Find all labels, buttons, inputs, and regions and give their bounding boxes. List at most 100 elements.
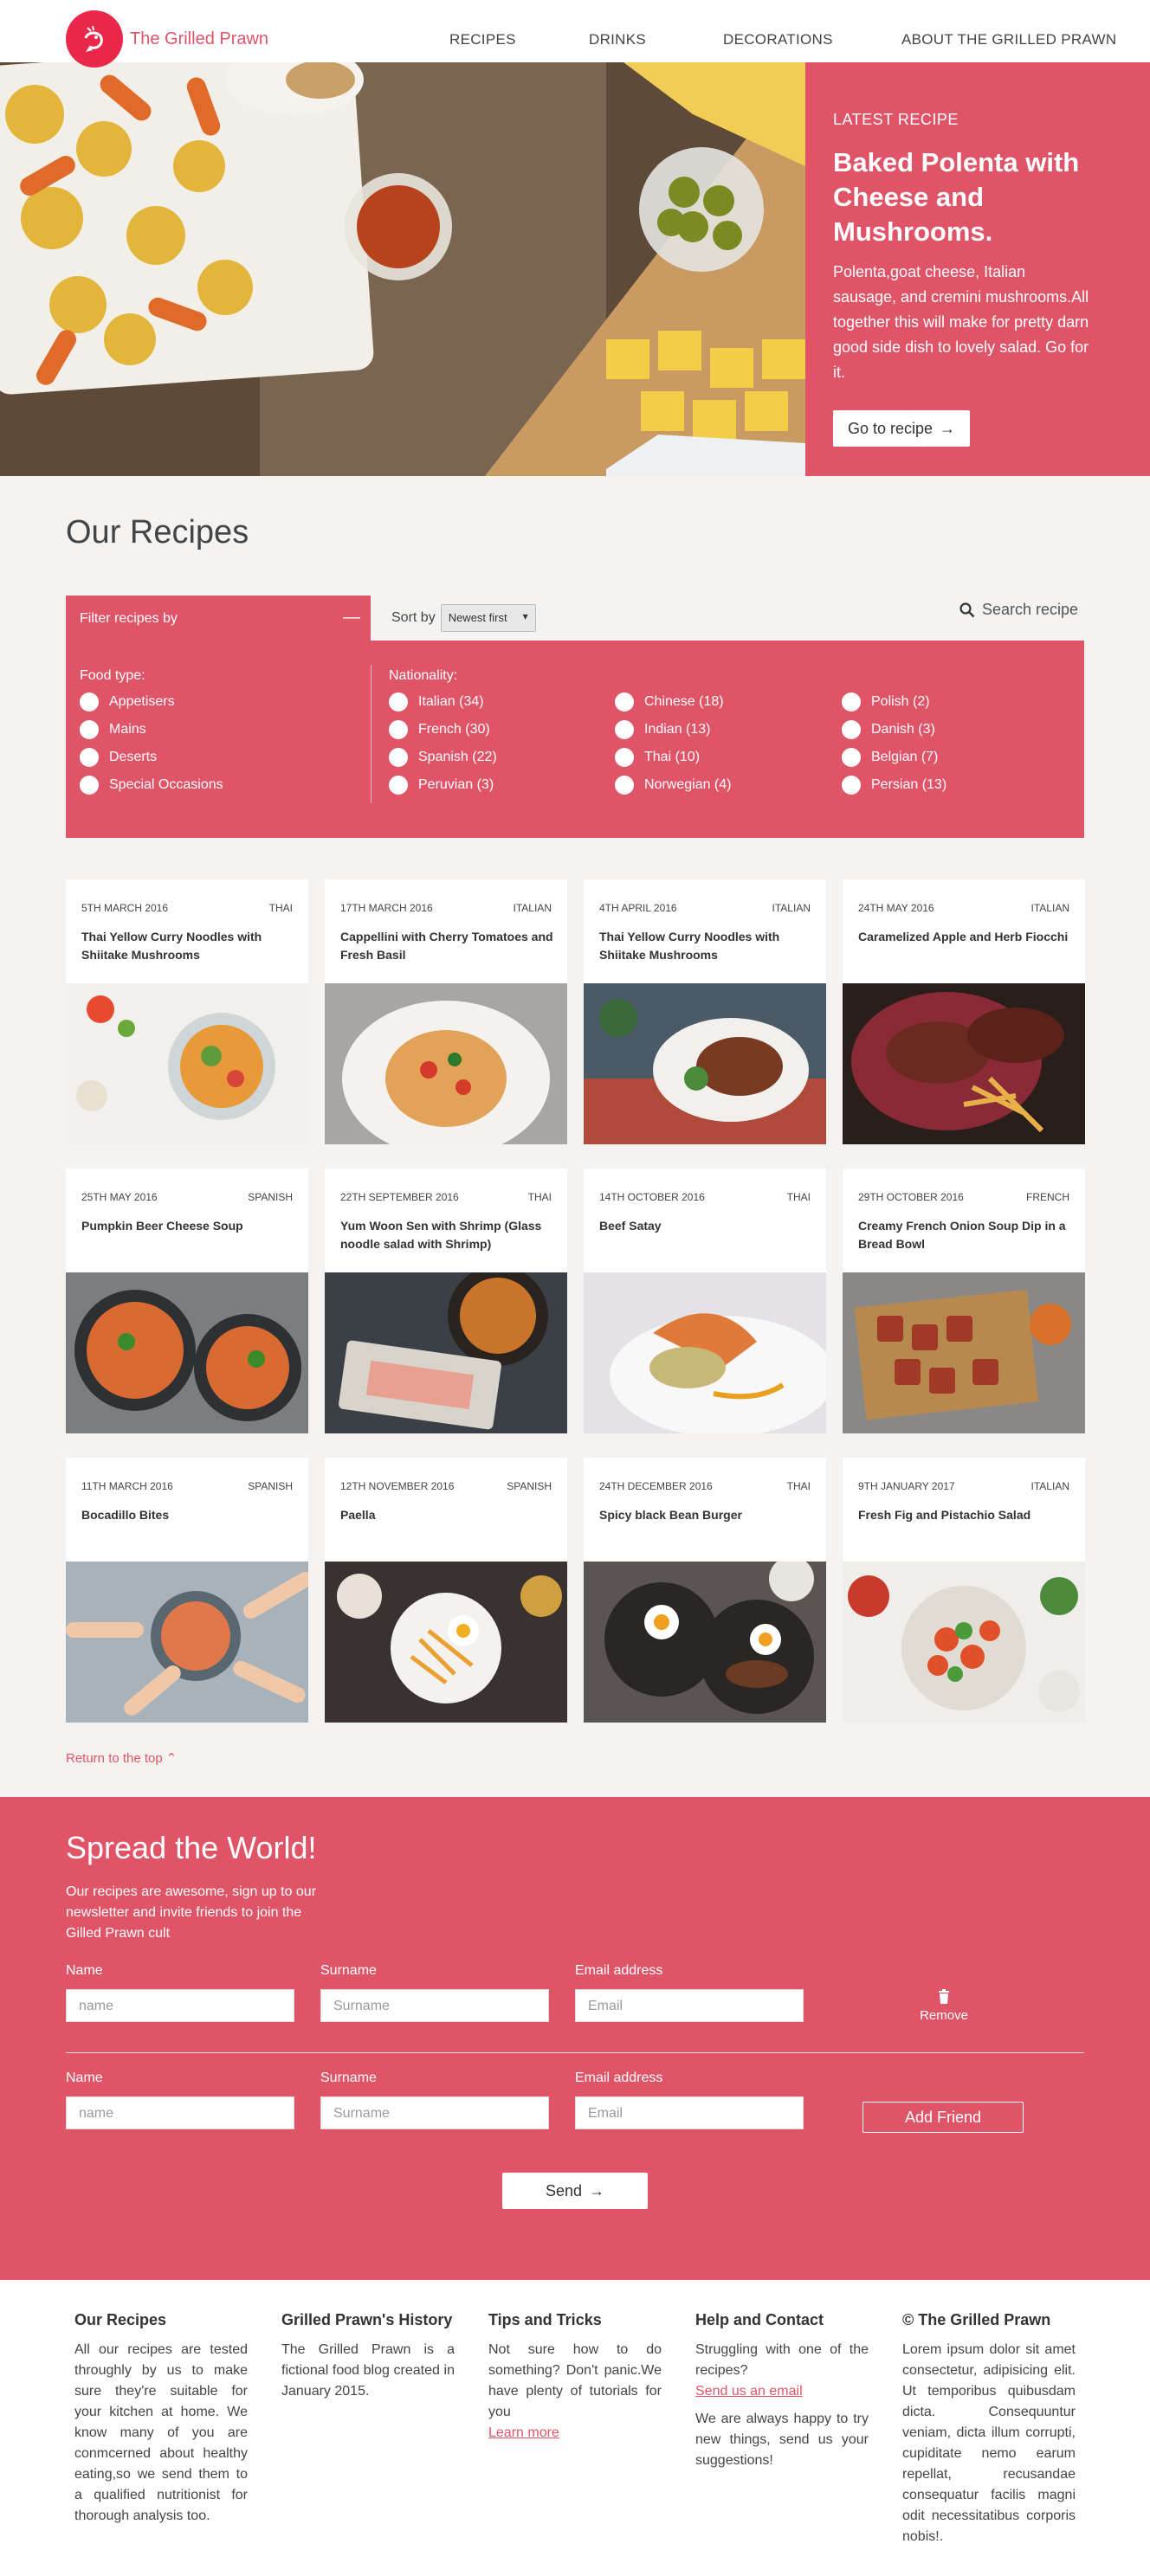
recipe-category[interactable]: THAI (787, 1191, 811, 1203)
nationality-option[interactable]: Belgian (7) (842, 748, 938, 767)
nationality-option[interactable]: Polish (2) (842, 692, 930, 712)
food-type-option[interactable]: Special Occasions (80, 776, 223, 795)
recipe-category[interactable]: ITALIAN (772, 902, 811, 914)
recipe-category[interactable]: SPANISH (248, 1480, 293, 1492)
nationality-option[interactable]: French (30) (389, 720, 490, 739)
learn-more-link[interactable]: Learn more (488, 2423, 662, 2444)
return-to-top-link[interactable]: Return to the top ⌃ (66, 1750, 177, 1767)
recipe-title[interactable]: Cappellini with Cherry Tomatoes and Fres… (340, 928, 557, 964)
recipe-category[interactable]: THAI (528, 1191, 552, 1203)
radio-button[interactable] (80, 748, 99, 767)
recipe-photo[interactable] (325, 1272, 567, 1433)
filter-toggle[interactable]: Filter recipes by — (66, 596, 371, 641)
nationality-option[interactable]: Italian (34) (389, 692, 484, 712)
recipe-photo[interactable] (66, 983, 308, 1144)
recipe-card[interactable]: 9TH JANUARY 2017 ITALIAN Fresh Fig and P… (843, 1458, 1085, 1723)
recipe-photo[interactable] (66, 1562, 308, 1723)
surname-field[interactable]: Surname (320, 1989, 549, 2022)
remove-button[interactable]: Remove (918, 1989, 970, 2023)
nav-recipes[interactable]: RECIPES (449, 31, 516, 48)
recipe-title[interactable]: Fresh Fig and Pistachio Salad (858, 1506, 1075, 1524)
nationality-option[interactable]: Spanish (22) (389, 748, 497, 767)
email-field[interactable]: Email (575, 1989, 804, 2022)
recipe-title[interactable]: Caramelized Apple and Herb Fiocchi (858, 928, 1075, 946)
nationality-option[interactable]: Thai (10) (615, 748, 700, 767)
recipe-category[interactable]: ITALIAN (1031, 902, 1069, 914)
collapse-icon[interactable]: — (343, 608, 360, 628)
nationality-option[interactable]: Peruvian (3) (389, 776, 494, 795)
search-recipe[interactable]: Search recipe (959, 601, 1078, 619)
radio-button[interactable] (842, 776, 861, 795)
radio-button[interactable] (615, 692, 634, 712)
recipe-photo[interactable] (325, 1562, 567, 1723)
radio-button[interactable] (80, 776, 99, 795)
nationality-option[interactable]: Persian (13) (842, 776, 946, 795)
friend-name-field[interactable]: name (66, 2096, 294, 2129)
nav-about[interactable]: ABOUT THE GRILLED PRAWN (901, 31, 1116, 48)
recipe-title[interactable]: Creamy French Onion Soup Dip in a Bread … (858, 1217, 1075, 1253)
latest-recipe-title[interactable]: Baked Polenta with Cheese and Mushrooms. (833, 145, 1127, 249)
recipe-photo[interactable] (843, 1562, 1085, 1723)
recipe-photo[interactable] (843, 983, 1085, 1144)
recipe-category[interactable]: THAI (269, 902, 293, 914)
nationality-option[interactable]: Danish (3) (842, 720, 935, 739)
recipe-photo[interactable] (843, 1272, 1085, 1433)
nav-decorations[interactable]: DECORATIONS (723, 31, 833, 48)
recipe-card[interactable]: 24TH DECEMBER 2016 THAI Spicy black Bean… (584, 1458, 826, 1723)
nationality-option[interactable]: Chinese (18) (615, 692, 724, 712)
recipe-title[interactable]: Beef Satay (599, 1217, 816, 1235)
radio-button[interactable] (842, 748, 861, 767)
food-type-option[interactable]: Mains (80, 720, 146, 739)
recipe-card[interactable]: 25TH MAY 2016 SPANISH Pumpkin Beer Chees… (66, 1169, 308, 1433)
recipe-card[interactable]: 4TH APRIL 2016 ITALIAN Thai Yellow Curry… (584, 879, 826, 1144)
recipe-card[interactable]: 29TH OCTOBER 2016 FRENCH Creamy French O… (843, 1169, 1085, 1433)
radio-button[interactable] (389, 748, 408, 767)
recipe-card[interactable]: 22TH SEPTEMBER 2016 THAI Yum Woon Sen wi… (325, 1169, 567, 1433)
food-type-option[interactable]: Appetisers (80, 692, 175, 712)
recipe-card[interactable]: 24TH MAY 2016 ITALIAN Caramelized Apple … (843, 879, 1085, 1144)
prawn-logo-icon[interactable] (66, 10, 123, 68)
recipe-photo[interactable] (66, 1272, 308, 1433)
radio-button[interactable] (842, 720, 861, 739)
radio-button[interactable] (389, 692, 408, 712)
radio-button[interactable] (842, 692, 861, 712)
food-type-option[interactable]: Deserts (80, 748, 157, 767)
recipe-card[interactable]: 11TH MARCH 2016 SPANISH Bocadillo Bites (66, 1458, 308, 1723)
recipe-title[interactable]: Yum Woon Sen with Shrimp (Glass noodle s… (340, 1217, 557, 1253)
radio-button[interactable] (615, 720, 634, 739)
recipe-card[interactable]: 14TH OCTOBER 2016 THAI Beef Satay (584, 1169, 826, 1433)
nav-drinks[interactable]: DRINKS (589, 31, 646, 48)
go-to-recipe-button[interactable]: Go to recipe → (833, 410, 970, 447)
recipe-category[interactable]: SPANISH (507, 1480, 552, 1492)
recipe-card[interactable]: 5TH MARCH 2016 THAI Thai Yellow Curry No… (66, 879, 308, 1144)
recipe-photo[interactable] (584, 1562, 826, 1723)
radio-button[interactable] (80, 692, 99, 712)
recipe-category[interactable]: FRENCH (1026, 1191, 1069, 1203)
recipe-card[interactable]: 17TH MARCH 2016 ITALIAN Cappellini with … (325, 879, 567, 1144)
recipe-title[interactable]: Bocadillo Bites (81, 1506, 298, 1524)
radio-button[interactable] (389, 720, 408, 739)
friend-surname-field[interactable]: Surname (320, 2096, 549, 2129)
send-email-link[interactable]: Send us an email (695, 2381, 869, 2402)
send-button[interactable]: Send → (502, 2173, 648, 2209)
recipe-title[interactable]: Paella (340, 1506, 557, 1524)
radio-button[interactable] (389, 776, 408, 795)
recipe-card[interactable]: 12TH NOVEMBER 2016 SPANISH Paella (325, 1458, 567, 1723)
recipe-title[interactable]: Spicy black Bean Burger (599, 1506, 816, 1524)
radio-button[interactable] (80, 720, 99, 739)
brand-name[interactable]: The Grilled Prawn (130, 29, 268, 49)
recipe-title[interactable]: Pumpkin Beer Cheese Soup (81, 1217, 298, 1235)
friend-email-field[interactable]: Email (575, 2096, 804, 2129)
recipe-category[interactable]: ITALIAN (1031, 1480, 1069, 1492)
nationality-option[interactable]: Norwegian (4) (615, 776, 731, 795)
recipe-category[interactable]: SPANISH (248, 1191, 293, 1203)
recipe-photo[interactable] (584, 983, 826, 1144)
name-field[interactable]: name (66, 1989, 294, 2022)
recipe-photo[interactable] (325, 983, 567, 1144)
sort-select[interactable]: Newest first (440, 604, 536, 632)
radio-button[interactable] (615, 776, 634, 795)
recipe-title[interactable]: Thai Yellow Curry Noodles with Shiitake … (599, 928, 816, 964)
radio-button[interactable] (615, 748, 634, 767)
recipe-photo[interactable] (584, 1272, 826, 1433)
nationality-option[interactable]: Indian (13) (615, 720, 711, 739)
